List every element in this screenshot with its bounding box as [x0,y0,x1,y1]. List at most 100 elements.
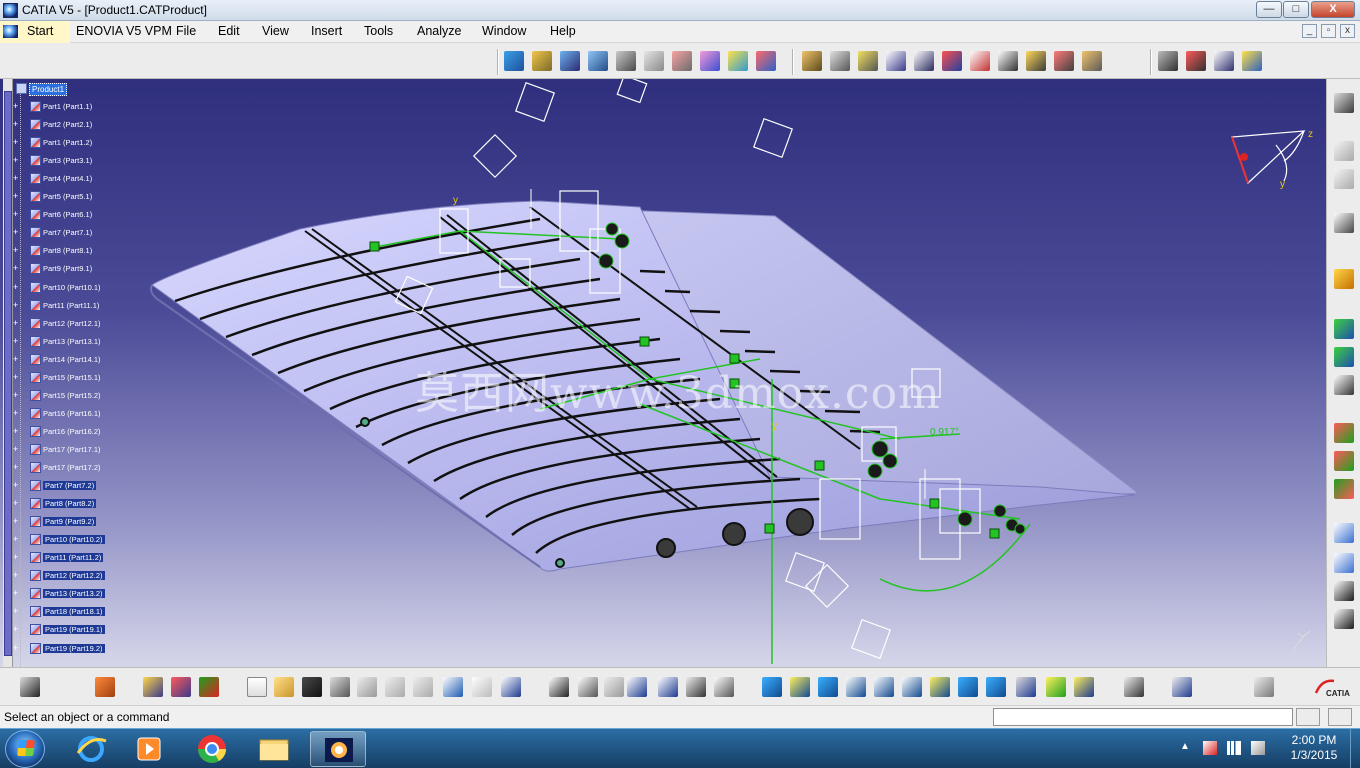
network-signal-icon[interactable] [1227,741,1241,755]
expand-icon[interactable]: + [13,517,21,526]
isometric-view-icon[interactable] [986,677,1006,697]
expand-icon[interactable]: + [13,589,21,598]
expand-icon[interactable]: + [13,643,21,652]
space-analysis-icon[interactable] [1334,319,1354,339]
volume-icon[interactable] [1251,741,1265,755]
menu-start[interactable]: Start [0,21,70,43]
expand-icon[interactable]: + [13,463,21,472]
catia-app-icon[interactable] [3,3,18,18]
manipulation-icon[interactable] [1158,51,1178,71]
knowledge-lock-icon[interactable] [686,677,706,697]
expand-icon[interactable]: + [13,372,21,381]
whats-this-help-icon[interactable] [501,677,521,697]
fit-all-in-icon[interactable] [762,677,782,697]
fly-mode-icon[interactable] [714,677,734,697]
action-center-icon[interactable] [1203,741,1217,755]
expand-icon[interactable]: + [13,481,21,490]
expand-icon[interactable]: + [13,264,21,273]
existing-component-icon[interactable] [616,51,636,71]
new-product-icon[interactable] [560,51,580,71]
menu-enovia[interactable]: ENOVIA V5 VPM [76,24,172,38]
measure-icon[interactable] [1334,141,1354,161]
update-icon[interactable] [1334,423,1354,443]
tools-palette-icon[interactable] [1334,213,1354,233]
expand-icon[interactable]: + [13,444,21,453]
design-mode-icon[interactable] [143,677,163,697]
menu-view[interactable]: View [262,24,289,38]
generate-numbering-icon[interactable] [700,51,720,71]
swap-visible-space-icon[interactable] [1074,677,1094,697]
undo-icon[interactable] [443,677,463,697]
expand-icon[interactable]: + [13,336,21,345]
contact-constraint-icon[interactable] [830,51,850,71]
graph-tree-reorder-icon[interactable] [672,51,692,71]
product-properties-icon[interactable] [1124,677,1144,697]
grid-icon[interactable] [95,677,115,697]
command-input[interactable] [993,708,1293,726]
explode-icon[interactable] [1214,51,1234,71]
menu-insert[interactable]: Insert [311,24,342,38]
expand-icon[interactable]: + [13,210,21,219]
expand-icon[interactable]: + [13,607,21,616]
redo-icon[interactable] [472,677,492,697]
show-hidden-icons-icon[interactable]: ▲ [1180,741,1194,755]
expand-icon[interactable]: + [13,625,21,634]
document-close-button[interactable]: x [1340,24,1355,38]
normal-view-icon[interactable] [930,677,950,697]
design-table-icon[interactable] [627,677,647,697]
expand-icon[interactable]: + [13,535,21,544]
refresh-icon[interactable] [1254,677,1274,697]
law-icon[interactable] [658,677,678,697]
menu-analyze[interactable]: Analyze [417,24,461,38]
copy-icon[interactable] [385,677,405,697]
show-desktop-button[interactable] [1350,729,1360,768]
expand-icon[interactable]: + [13,102,21,111]
quick-constraint-icon[interactable] [970,51,990,71]
manage-representations-icon[interactable] [756,51,776,71]
expand-icon[interactable]: + [13,192,21,201]
fix-together-icon[interactable] [942,51,962,71]
cut-icon[interactable] [357,677,377,697]
change-constraint-icon[interactable] [1026,51,1046,71]
tree-scrollbar[interactable] [3,79,13,667]
cancel-command-button[interactable] [1328,708,1352,726]
comment-icon[interactable] [578,677,598,697]
hide-show-icon[interactable] [1046,677,1066,697]
menu-help[interactable]: Help [550,24,576,38]
annotation-icon[interactable] [1334,609,1354,629]
file-explorer-icon[interactable] [248,731,300,767]
manual-update-icon[interactable] [1334,479,1354,499]
expand-icon[interactable]: + [13,571,21,580]
new-part-icon[interactable] [588,51,608,71]
angle-constraint-icon[interactable] [886,51,906,71]
constraints-dropdown-icon[interactable] [1082,51,1102,71]
update-all-icon[interactable] [1334,451,1354,471]
internet-explorer-icon[interactable] [66,731,116,767]
shading-icon[interactable] [1016,677,1036,697]
minimize-window-button[interactable]: — [1256,1,1282,18]
save-icon[interactable] [302,677,322,697]
capture-camera-icon[interactable] [20,677,40,697]
rotate-icon[interactable] [818,677,838,697]
paste-icon[interactable] [413,677,433,697]
scene-icon[interactable] [1334,553,1354,573]
media-player-icon[interactable] [124,731,174,767]
expand-icon[interactable]: + [13,246,21,255]
reuse-pattern-icon[interactable] [1054,51,1074,71]
zoom-area-icon[interactable] [846,677,866,697]
print-icon[interactable] [330,677,350,697]
expand-icon[interactable]: + [13,499,21,508]
snap-icon[interactable] [1186,51,1206,71]
expand-icon[interactable]: + [13,408,21,417]
menu-edit[interactable]: Edit [218,24,240,38]
zoom-out-icon[interactable] [902,677,922,697]
expand-icon[interactable]: + [13,354,21,363]
selective-load-icon[interactable] [728,51,748,71]
expand-icon[interactable]: + [13,300,21,309]
product-structure-icon[interactable] [504,51,524,71]
taskbar-clock[interactable]: 2:00 PM 1/3/2015 [1283,733,1345,763]
open-folder-icon[interactable] [274,677,294,697]
maximize-window-button[interactable]: □ [1283,1,1309,18]
compass-icon[interactable]: z y [1228,125,1318,195]
expand-icon[interactable]: + [13,426,21,435]
